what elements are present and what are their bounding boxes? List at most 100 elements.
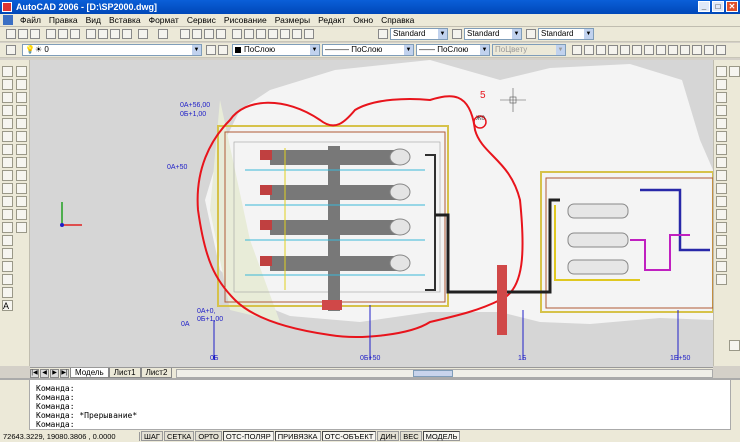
ucs-icon-7[interactable] <box>644 45 654 55</box>
ucs-icon-8[interactable] <box>656 45 666 55</box>
ellipse-icon[interactable] <box>2 183 13 194</box>
gradient-icon[interactable] <box>2 261 13 272</box>
grid-toggle[interactable]: СЕТКА <box>163 431 195 441</box>
scale-icon[interactable] <box>716 157 727 168</box>
rectangle-icon[interactable] <box>2 118 13 129</box>
help-icon[interactable] <box>304 29 314 39</box>
calculator-icon[interactable] <box>292 29 302 39</box>
zoom-previous-icon[interactable] <box>216 29 226 39</box>
new-icon[interactable] <box>6 29 16 39</box>
vscroll-down-icon[interactable] <box>729 340 740 351</box>
ucs-icon-13[interactable] <box>716 45 726 55</box>
command-scrollbar[interactable] <box>730 380 740 430</box>
ucs-icon-10[interactable] <box>680 45 690 55</box>
tool-palettes-icon[interactable] <box>256 29 266 39</box>
properties-icon[interactable] <box>232 29 242 39</box>
snap-toggle[interactable]: ШАГ <box>141 431 163 441</box>
layer-manager-icon[interactable] <box>6 45 16 55</box>
offset-icon[interactable] <box>716 105 727 116</box>
polyline-icon[interactable] <box>2 92 13 103</box>
sheet-set-icon[interactable] <box>268 29 278 39</box>
tab-prev-icon[interactable]: ◀ <box>40 368 49 378</box>
make-current-layer-icon[interactable] <box>206 45 216 55</box>
mtext-icon[interactable]: A <box>2 300 13 311</box>
hscroll-thumb[interactable] <box>412 369 453 377</box>
menu-help[interactable]: Справка <box>377 15 418 25</box>
menu-format[interactable]: Формат <box>145 15 183 25</box>
plotstyle-dropdown[interactable]: ПоЦвету ▼ <box>492 44 566 56</box>
copy-icon[interactable] <box>98 29 108 39</box>
ucs-icon-5[interactable] <box>620 45 630 55</box>
menu-tools[interactable]: Сервис <box>183 15 220 25</box>
menu-dimension[interactable]: Размеры <box>271 15 314 25</box>
break-at-point-icon[interactable] <box>716 209 727 220</box>
section-icon[interactable] <box>16 183 27 194</box>
box-3d-icon[interactable] <box>16 66 27 77</box>
tab-first-icon[interactable]: |◀ <box>30 368 39 378</box>
cylinder-3d-icon[interactable] <box>16 92 27 103</box>
dyn-toggle[interactable]: ДИН <box>377 431 400 441</box>
menu-insert[interactable]: Вставка <box>105 15 145 25</box>
ucs-icon-1[interactable] <box>572 45 582 55</box>
match-properties-icon[interactable] <box>122 29 132 39</box>
polygon-icon[interactable] <box>2 105 13 116</box>
cone-3d-icon[interactable] <box>16 105 27 116</box>
interfere-icon[interactable] <box>16 196 27 207</box>
dim-style-dropdown[interactable]: Standard ▼ <box>464 28 522 40</box>
command-input[interactable]: Команда: <box>36 420 75 429</box>
explode-icon[interactable] <box>716 274 727 285</box>
break-icon[interactable] <box>716 222 727 233</box>
chamfer-icon[interactable] <box>716 248 727 259</box>
drawing-canvas[interactable]: 0А+56,00 0Б+1,00 0А+50 0А+0, 0Б+1,00 0А … <box>30 60 713 367</box>
insert-block-icon[interactable] <box>2 209 13 220</box>
menu-view[interactable]: Вид <box>82 15 105 25</box>
revolve-icon[interactable] <box>16 157 27 168</box>
osnap-toggle[interactable]: ПРИВЯЗКА <box>274 431 321 441</box>
erase-icon[interactable] <box>716 66 727 77</box>
command-window-grip[interactable] <box>0 380 30 430</box>
ucs-icon-6[interactable] <box>632 45 642 55</box>
menu-edit[interactable]: Правка <box>45 15 82 25</box>
stretch-icon[interactable] <box>716 170 727 181</box>
move-icon[interactable] <box>716 131 727 142</box>
menu-window[interactable]: Окно <box>349 15 377 25</box>
copy-object-icon[interactable] <box>716 79 727 90</box>
fillet-icon[interactable] <box>716 261 727 272</box>
join-icon[interactable] <box>716 235 727 246</box>
horizontal-scrollbar[interactable] <box>176 368 713 378</box>
minimize-button[interactable]: _ <box>698 1 710 12</box>
tab-layout1[interactable]: Лист1 <box>108 368 141 378</box>
setup-view-icon[interactable] <box>16 222 27 233</box>
coordinate-readout[interactable]: 72643.3229, 19080.3806 , 0.0000 <box>0 431 140 441</box>
color-dropdown[interactable]: ПоСлою ▼ <box>232 44 320 56</box>
ucs-icon-12[interactable] <box>704 45 714 55</box>
spline-icon[interactable] <box>2 170 13 181</box>
ucs-icon-11[interactable] <box>692 45 702 55</box>
ucs-icon-9[interactable] <box>668 45 678 55</box>
table-style-dropdown[interactable]: Standard ▼ <box>538 28 594 40</box>
zoom-window-icon[interactable] <box>204 29 214 39</box>
hatch-icon[interactable] <box>2 248 13 259</box>
construction-line-icon[interactable] <box>2 79 13 90</box>
zoom-realtime-icon[interactable] <box>192 29 202 39</box>
markup-icon[interactable] <box>280 29 290 39</box>
open-icon[interactable] <box>18 29 28 39</box>
model-toggle[interactable]: МОДЕЛЬ <box>422 431 461 441</box>
close-button[interactable]: ✕ <box>726 1 738 12</box>
lineweight-dropdown[interactable]: —— ПоСлою ▼ <box>416 44 490 56</box>
point-icon[interactable] <box>2 235 13 246</box>
ucs-icon-2[interactable] <box>584 45 594 55</box>
rotate-icon[interactable] <box>716 144 727 155</box>
menu-file[interactable]: Файл <box>16 15 45 25</box>
cut-icon[interactable] <box>86 29 96 39</box>
lweight-toggle[interactable]: ВЕС <box>400 431 422 441</box>
redo-icon[interactable] <box>158 29 168 39</box>
preview-icon[interactable] <box>58 29 68 39</box>
autocad-app-icon[interactable] <box>2 2 12 12</box>
tab-model[interactable]: Модель <box>70 368 109 378</box>
maximize-button[interactable]: □ <box>712 1 724 12</box>
layer-previous-icon[interactable] <box>218 45 228 55</box>
mirror-icon[interactable] <box>716 92 727 103</box>
save-icon[interactable] <box>30 29 40 39</box>
undo-icon[interactable] <box>138 29 148 39</box>
